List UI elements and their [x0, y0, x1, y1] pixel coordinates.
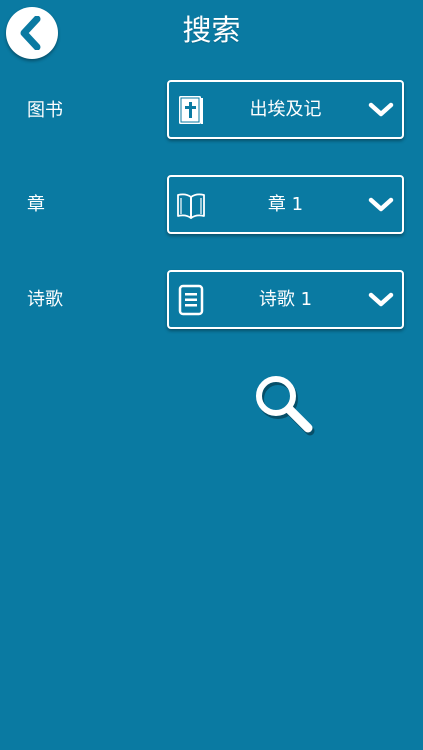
chapter-value: 章 1	[267, 194, 304, 215]
book-label: 图书	[27, 100, 63, 121]
chevron-down-icon	[368, 197, 394, 212]
chevron-down-icon	[368, 292, 394, 307]
chevron-down-icon	[368, 102, 394, 117]
page-title: 搜索	[182, 13, 241, 47]
chapter-label: 章	[27, 194, 45, 215]
verse-selector[interactable]: 诗歌 1	[167, 270, 404, 329]
open-book-icon	[177, 193, 205, 219]
search-button[interactable]	[252, 372, 318, 440]
document-lines-icon	[178, 284, 204, 316]
bible-book-icon	[179, 96, 203, 124]
book-selector[interactable]: 出埃及记	[167, 80, 404, 139]
verse-label: 诗歌	[27, 289, 63, 310]
verse-value: 诗歌 1	[258, 289, 313, 310]
book-value: 出埃及记	[249, 99, 322, 120]
chapter-selector[interactable]: 章 1	[167, 175, 404, 234]
magnifier-icon	[256, 376, 315, 436]
